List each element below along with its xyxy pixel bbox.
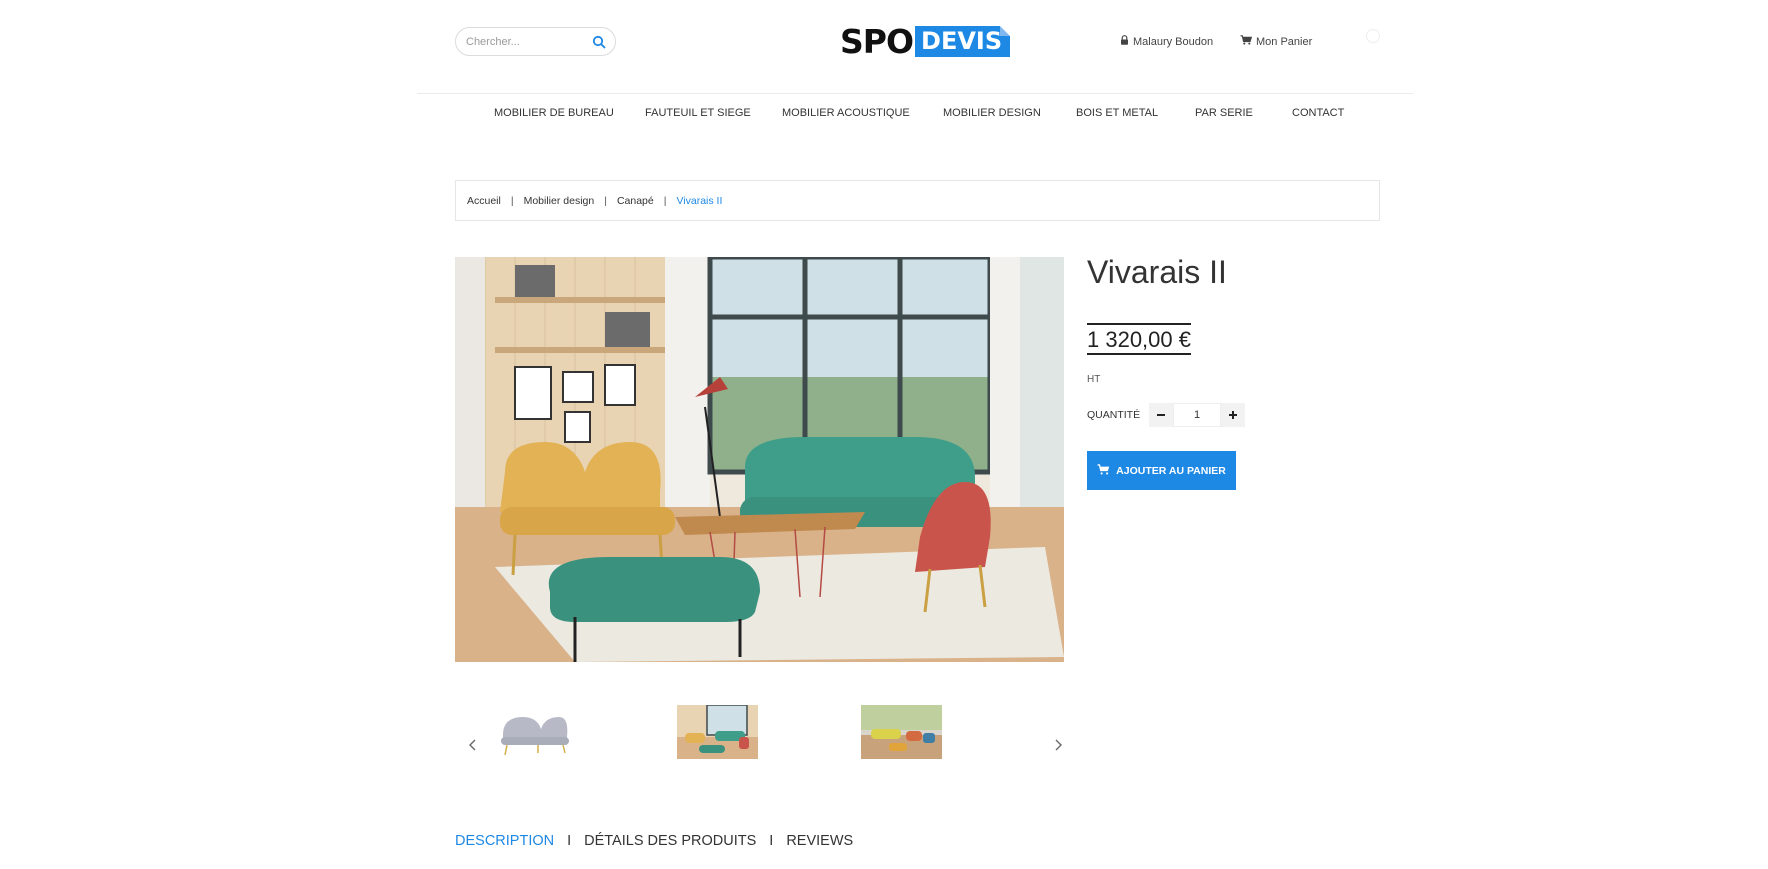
cart-icon xyxy=(1097,463,1110,478)
tab-reviews[interactable]: REVIEWS xyxy=(786,833,853,849)
cart-link[interactable]: Mon Panier xyxy=(1240,35,1312,48)
product-thumbnail[interactable] xyxy=(493,705,574,759)
product-price: 1 320,00 € xyxy=(1087,323,1191,355)
product-title: Vivarais II xyxy=(1087,254,1227,290)
header-extra-icon[interactable] xyxy=(1366,29,1380,43)
account-link[interactable]: Malaury Boudon xyxy=(1120,35,1213,48)
tab-product-details[interactable]: DÉTAILS DES PRODUITS xyxy=(584,833,756,849)
lock-icon xyxy=(1120,35,1129,48)
header-divider xyxy=(417,93,1413,94)
logo-text-primary: SPO xyxy=(840,21,914,61)
nav-item-mobilier-de-bureau[interactable]: MOBILIER DE BUREAU xyxy=(494,107,614,119)
add-to-cart-button[interactable]: AJOUTER AU PANIER xyxy=(1087,451,1236,490)
nav-item-contact[interactable]: CONTACT xyxy=(1292,107,1344,119)
tab-separator: I xyxy=(567,833,572,849)
breadcrumb-home[interactable]: Accueil xyxy=(467,195,501,207)
search-icon[interactable] xyxy=(591,34,607,50)
product-thumbnail[interactable] xyxy=(677,705,758,759)
breadcrumb-category[interactable]: Mobilier design xyxy=(524,195,595,207)
product-main-image[interactable] xyxy=(455,257,1064,662)
search-box xyxy=(455,27,616,56)
nav-item-bois-et-metal[interactable]: BOIS ET METAL xyxy=(1076,107,1158,119)
tab-separator: I xyxy=(769,833,774,849)
account-user-name: Malaury Boudon xyxy=(1133,35,1214,48)
logo-text-badge: DEVIS xyxy=(915,25,1011,57)
breadcrumb-separator: | xyxy=(510,194,514,207)
minus-icon[interactable] xyxy=(1149,403,1173,427)
breadcrumb-current: Vivarais II xyxy=(676,194,723,207)
tax-note: HT xyxy=(1087,374,1101,385)
search-input[interactable] xyxy=(466,34,586,50)
breadcrumb: Accueil | Mobilier design | Canapé | Viv… xyxy=(455,180,1380,221)
breadcrumb-subcategory[interactable]: Canapé xyxy=(617,195,654,207)
nav-item-par-serie[interactable]: PAR SERIE xyxy=(1195,107,1253,119)
quantity-stepper xyxy=(1149,403,1245,427)
nav-item-mobilier-acoustique[interactable]: MOBILIER ACOUSTIQUE xyxy=(782,107,910,119)
tab-description[interactable]: DESCRIPTION xyxy=(455,833,554,849)
nav-item-fauteuil-et-siege[interactable]: FAUTEUIL ET SIEGE xyxy=(645,107,751,119)
breadcrumb-separator: | xyxy=(663,194,667,207)
breadcrumb-separator: | xyxy=(604,194,607,207)
chevron-left-icon[interactable] xyxy=(466,737,480,753)
add-to-cart-label: AJOUTER AU PANIER xyxy=(1116,464,1226,477)
cart-icon xyxy=(1240,35,1253,48)
product-thumbnail[interactable] xyxy=(861,705,942,759)
product-tabs: DESCRIPTION I DÉTAILS DES PRODUITS I REV… xyxy=(455,833,853,849)
cart-label: Mon Panier xyxy=(1256,35,1313,48)
site-logo[interactable]: SPO DEVIS xyxy=(840,21,1011,61)
quantity-input[interactable] xyxy=(1173,403,1221,427)
chevron-right-icon[interactable] xyxy=(1051,737,1065,753)
quantity-label: Quantité xyxy=(1087,409,1141,421)
plus-icon[interactable] xyxy=(1221,403,1245,427)
nav-item-mobilier-design[interactable]: MOBILIER DESIGN xyxy=(943,107,1041,119)
